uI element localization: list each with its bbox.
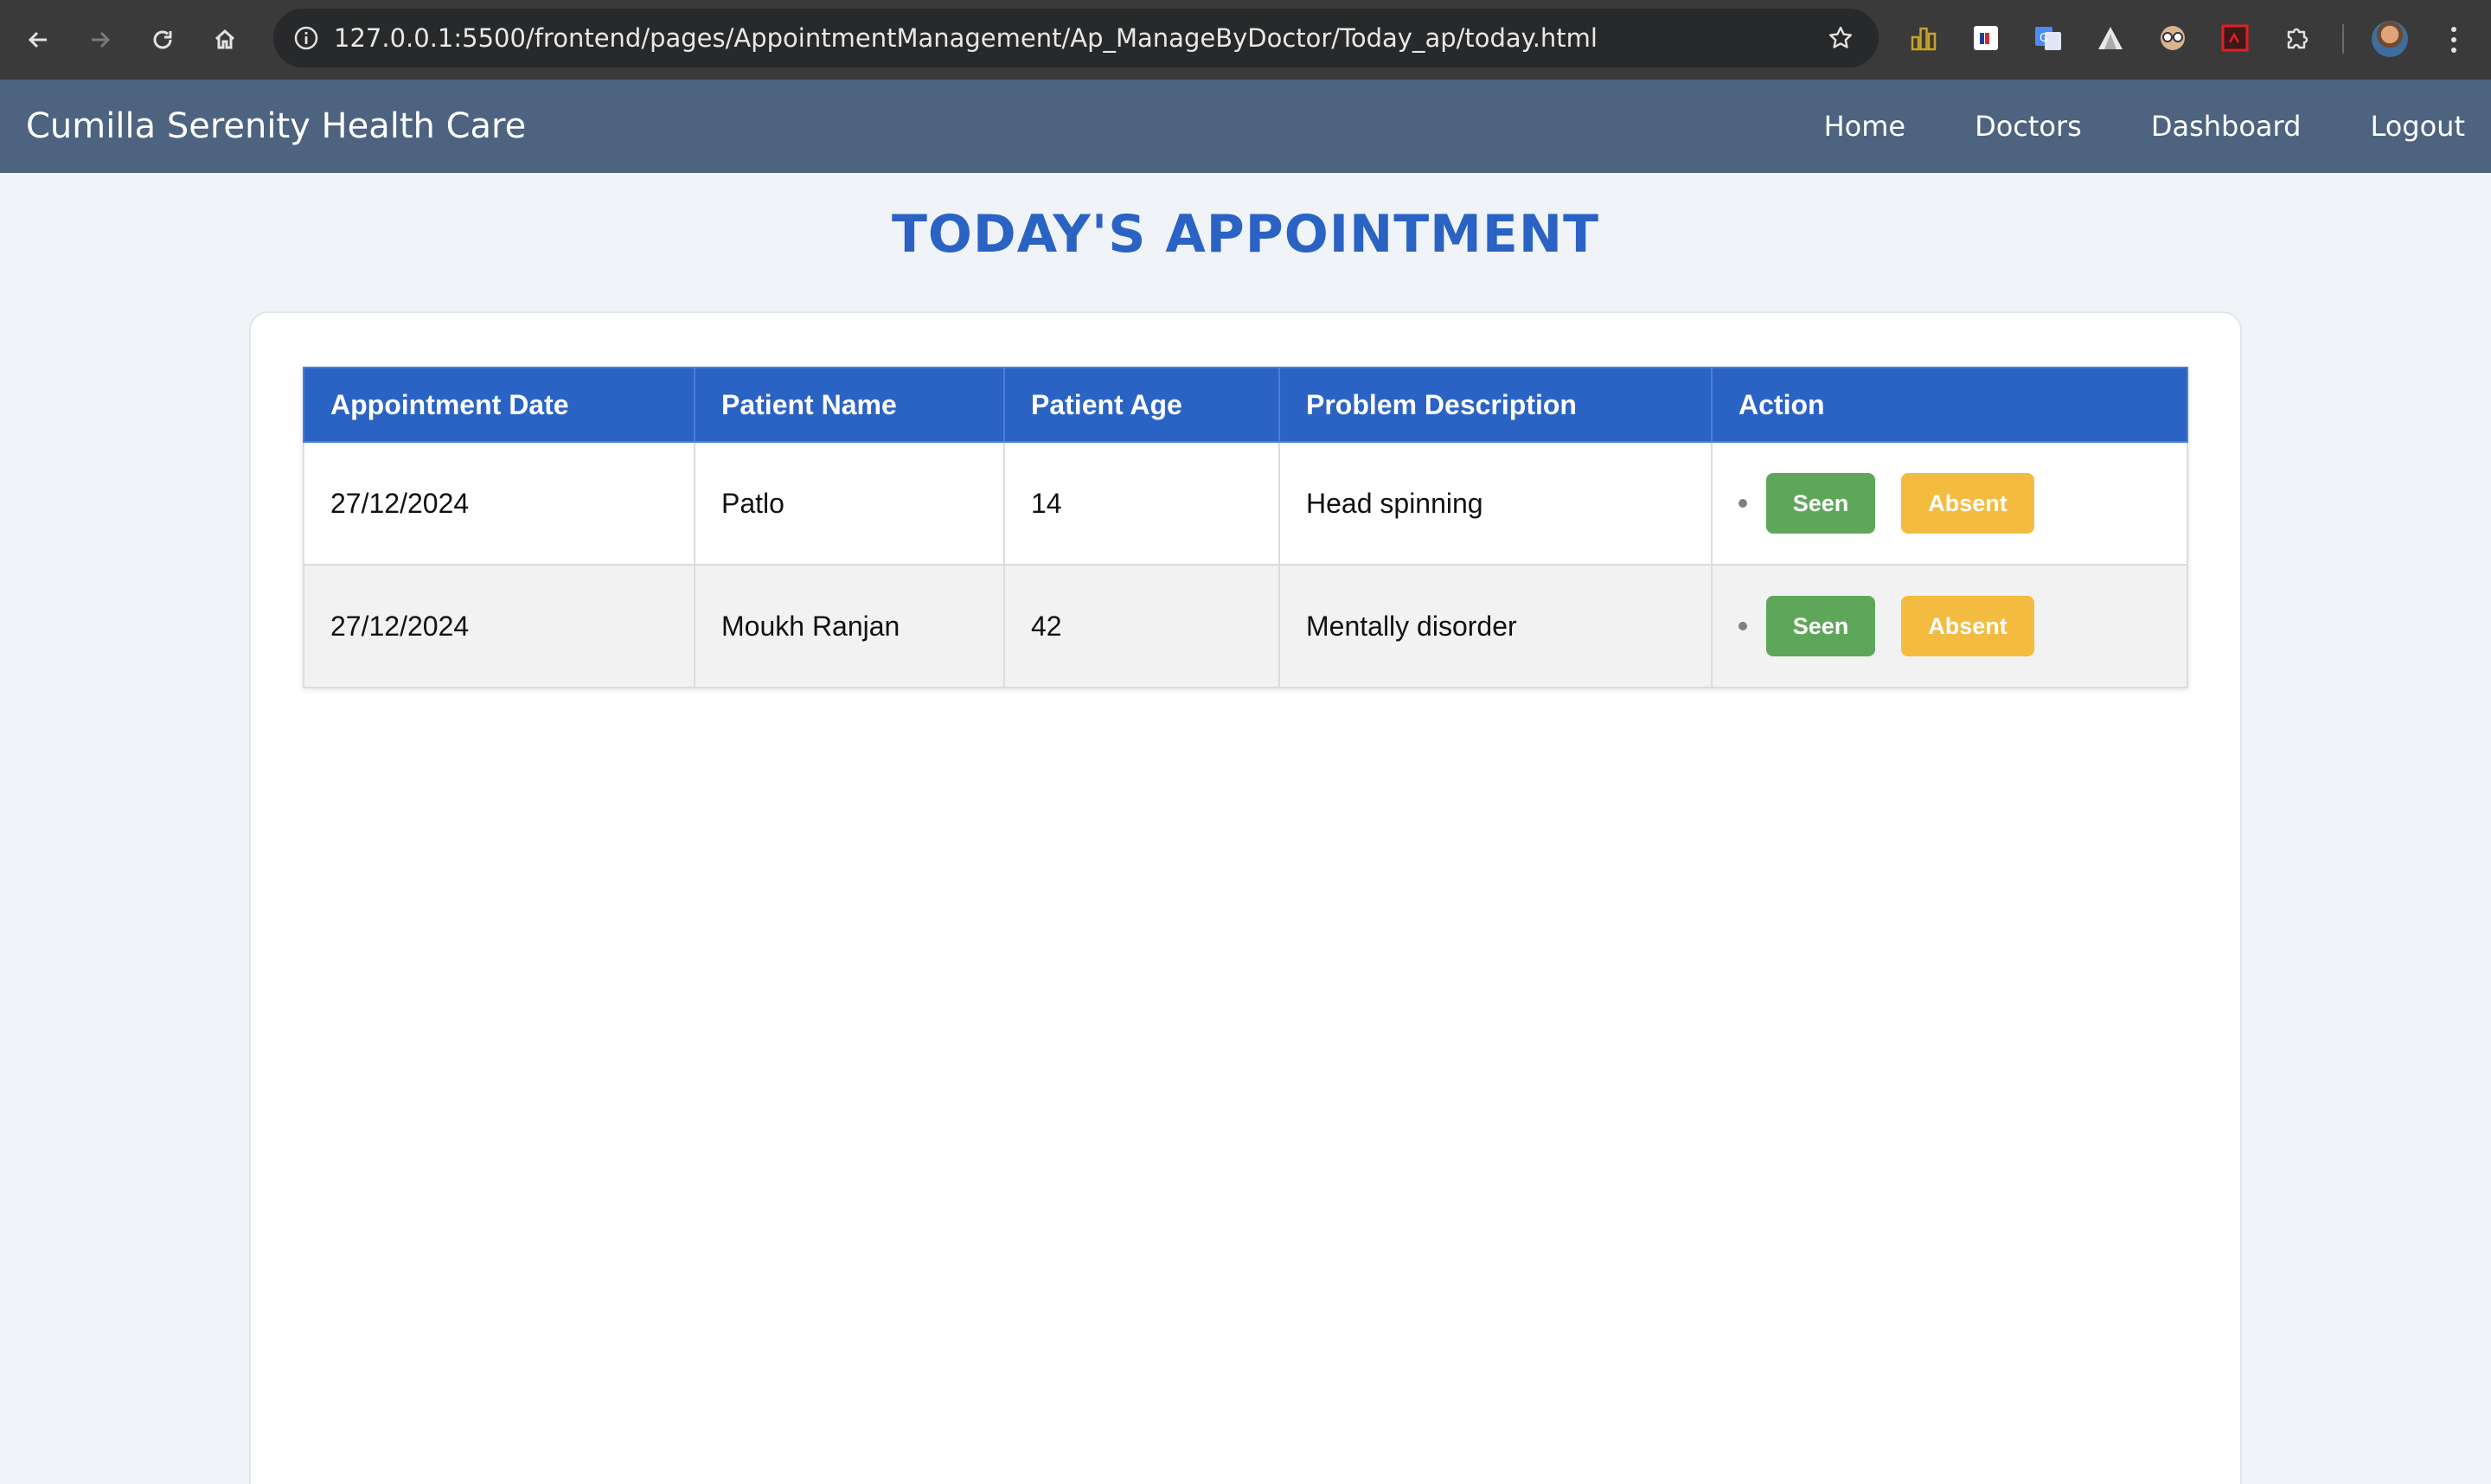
forward-icon[interactable] [81,21,119,59]
table-header-row: Appointment Date Patient Name Patient Ag… [303,367,2188,443]
cell-patient-name: Patlo [694,441,1005,566]
nav-logout-link[interactable]: Logout [2370,110,2465,143]
cell-patient-name: Moukh Ranjan [694,564,1005,688]
table-row: 27/12/2024 Moukh Ranjan 42 Mentally diso… [303,564,2188,688]
appointments-table: Appointment Date Patient Name Patient Ag… [303,367,2188,688]
site-navbar: Cumilla Serenity Health Care Home Doctor… [0,80,2491,173]
seen-button[interactable]: Seen [1766,596,1875,656]
page-title: TODAY'S APPOINTMENT [891,204,1600,265]
nav-home-link[interactable]: Home [1824,110,1906,143]
cell-patient-age: 14 [1003,441,1280,566]
seen-button[interactable]: Seen [1766,473,1875,534]
svg-text:G: G [2040,32,2048,45]
cell-patient-age: 42 [1003,564,1280,688]
header-patient-age: Patient Age [1003,367,1280,443]
back-icon[interactable] [19,21,57,59]
cell-action: Seen Absent [1711,564,2188,688]
header-appointment-date: Appointment Date [303,367,695,443]
browser-toolbar: 127.0.0.1:5500/frontend/pages/Appointmen… [0,0,2491,80]
nav-dashboard-link[interactable]: Dashboard [2151,110,2302,143]
profile-avatar[interactable] [2372,21,2408,57]
url-text: 127.0.0.1:5500/frontend/pages/Appointmen… [334,23,1598,53]
cell-appointment-date: 27/12/2024 [303,441,695,566]
absent-button[interactable]: Absent [1901,596,2034,656]
header-action: Action [1711,367,2188,443]
brand-title[interactable]: Cumilla Serenity Health Care [26,80,526,173]
home-icon[interactable] [206,21,244,59]
google-translate-icon[interactable]: G [2031,21,2065,55]
extension-chart-icon[interactable] [1906,21,1941,55]
header-problem-description: Problem Description [1278,367,1713,443]
address-bar[interactable]: 127.0.0.1:5500/frontend/pages/Appointmen… [273,9,1879,67]
cell-problem-description: Head spinning [1278,441,1713,566]
site-info-icon[interactable] [292,24,320,52]
appointments-card: Appointment Date Patient Name Patient Ag… [249,311,2242,1484]
toolbar-separator [2342,24,2344,54]
extension-glasses-icon[interactable] [2155,21,2190,55]
table-row: 27/12/2024 Patlo 14 Head spinning Seen A… [303,441,2188,566]
header-patient-name: Patient Name [694,367,1005,443]
absent-button[interactable]: Absent [1901,473,2034,534]
cell-problem-description: Mentally disorder [1278,564,1713,688]
extension-flag-icon[interactable] [1969,21,2003,55]
nav-doctors-link[interactable]: Doctors [1975,110,2082,143]
extensions-puzzle-icon[interactable] [2280,21,2315,55]
extension-triangle-icon[interactable] [2093,21,2128,55]
bookmark-star-icon[interactable] [1827,24,1854,52]
browser-menu-icon[interactable] [2441,21,2467,59]
nav-links: Home Doctors Dashboard Logout [1824,80,2465,173]
reload-icon[interactable] [144,21,182,59]
list-bullet [1739,622,1747,630]
list-bullet [1739,499,1747,508]
extension-red-icon[interactable] [2218,21,2252,55]
cell-action: Seen Absent [1711,441,2188,566]
cell-appointment-date: 27/12/2024 [303,564,695,688]
